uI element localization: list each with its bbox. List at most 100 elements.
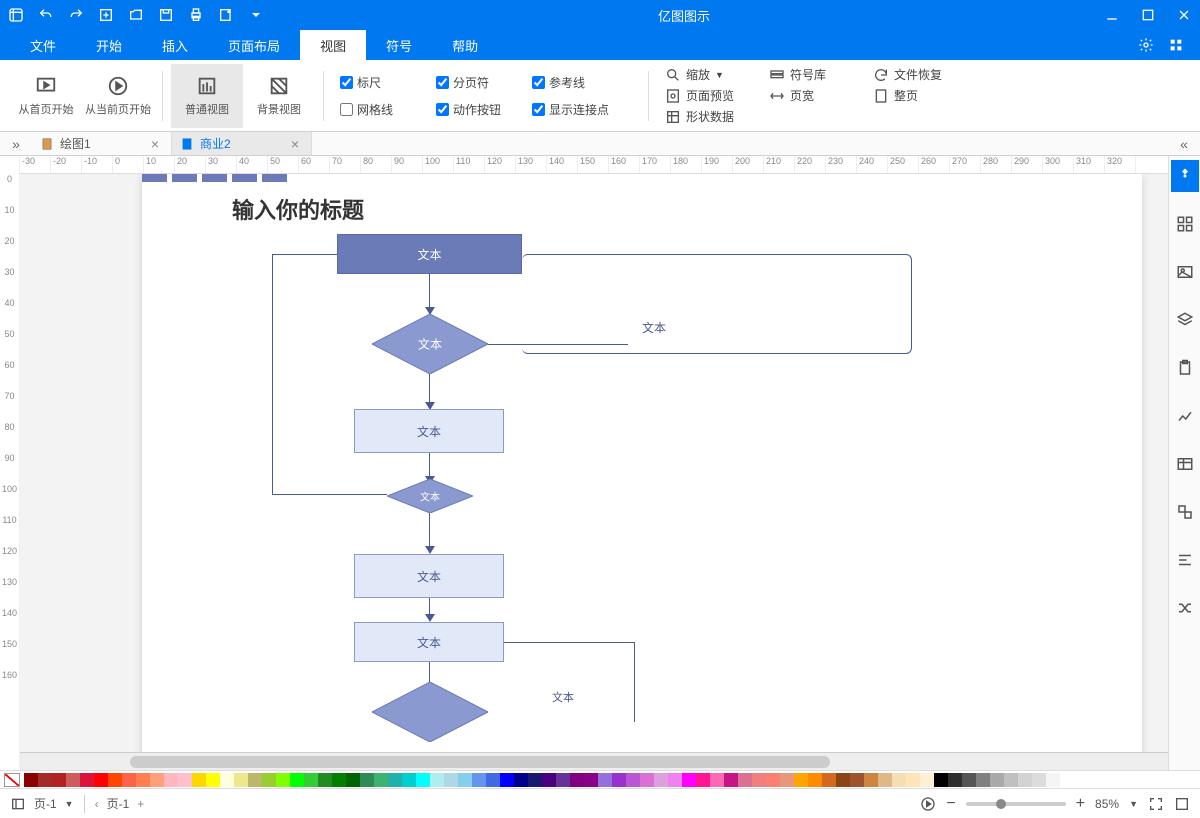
color-swatch[interactable] [262,773,276,787]
zoom-in-icon[interactable]: + [1076,795,1085,813]
color-swatch[interactable] [206,773,220,787]
color-swatch[interactable] [290,773,304,787]
color-swatch[interactable] [1046,773,1060,787]
no-color-swatch[interactable] [4,773,20,787]
color-swatch[interactable] [318,773,332,787]
color-swatch[interactable] [1004,773,1018,787]
color-swatch[interactable] [416,773,430,787]
color-swatch[interactable] [682,773,696,787]
page-list-icon[interactable] [10,796,26,812]
symbol-lib-button[interactable]: 符号库 [769,66,859,83]
page-dropdown-icon[interactable]: ▼ [65,799,74,809]
color-swatch[interactable] [710,773,724,787]
page-width-button[interactable]: 页宽 [769,87,859,104]
color-swatch[interactable] [234,773,248,787]
fullscreen-icon[interactable] [1174,796,1190,812]
color-swatch[interactable] [430,773,444,787]
ruler-checkbox[interactable]: 标尺 [340,74,430,91]
decision-1-shape[interactable]: 文本 [372,314,488,374]
page-select[interactable]: 页-1 [34,795,57,812]
color-swatch[interactable] [80,773,94,787]
menu-insert[interactable]: 插入 [142,30,208,61]
color-swatch[interactable] [962,773,976,787]
color-swatch[interactable] [192,773,206,787]
process-3-shape[interactable]: 文本 [354,622,504,662]
zoom-slider[interactable] [966,802,1066,806]
color-swatch[interactable] [584,773,598,787]
label-2[interactable]: 文本 [552,689,574,705]
doc-tab-2[interactable]: 商业2 × [172,132,312,155]
color-swatch[interactable] [906,773,920,787]
color-swatch[interactable] [1032,773,1046,787]
color-swatch[interactable] [514,773,528,787]
export-icon[interactable] [218,7,234,23]
color-swatch[interactable] [136,773,150,787]
color-swatch[interactable] [948,773,962,787]
zoom-value[interactable]: 85% [1095,797,1119,811]
doc-tab-1-close-icon[interactable]: × [147,136,163,152]
color-swatch[interactable] [94,773,108,787]
color-swatch[interactable] [696,773,710,787]
prev-page-icon[interactable]: ‹ [95,797,99,811]
color-swatch[interactable] [178,773,192,787]
start-shape[interactable]: 文本 [337,234,522,274]
table-panel-icon[interactable] [1171,448,1199,480]
data-panel-icon[interactable] [1171,496,1199,528]
horizontal-scrollbar[interactable] [20,752,1168,770]
color-swatch[interactable] [500,773,514,787]
color-swatch[interactable] [444,773,458,787]
save-icon[interactable] [158,7,174,23]
open-icon[interactable] [128,7,144,23]
decision-2-shape[interactable]: 文本 [387,479,473,513]
maximize-icon[interactable] [1140,7,1156,23]
color-swatch[interactable] [528,773,542,787]
label-1[interactable]: 文本 [642,319,666,336]
color-swatch[interactable] [598,773,612,787]
color-swatch[interactable] [920,773,934,787]
zoom-out-icon[interactable]: − [946,795,955,813]
color-swatch[interactable] [346,773,360,787]
color-swatch[interactable] [794,773,808,787]
present-from-first-button[interactable]: 从首页开始 [10,64,82,128]
theme-panel-icon[interactable] [1171,160,1199,192]
color-swatch[interactable] [570,773,584,787]
color-swatch[interactable] [122,773,136,787]
page[interactable]: 输入你的标题 文本 文本 文本 文本 [142,174,1142,752]
redo-icon[interactable] [68,7,84,23]
color-swatch[interactable] [822,773,836,787]
color-swatch[interactable] [458,773,472,787]
color-swatch[interactable] [52,773,66,787]
color-swatch[interactable] [990,773,1004,787]
grid-panel-icon[interactable] [1171,208,1199,240]
color-swatch[interactable] [66,773,80,787]
color-swatch[interactable] [248,773,262,787]
menu-home[interactable]: 开始 [76,30,142,61]
color-swatch[interactable] [402,773,416,787]
color-swatch[interactable] [864,773,878,787]
color-swatch[interactable] [612,773,626,787]
expand-left-panel-icon[interactable]: » [0,132,32,155]
apps-icon[interactable] [1168,37,1184,53]
doc-tab-2-close-icon[interactable]: × [287,136,303,152]
color-swatch[interactable] [220,773,234,787]
color-swatch[interactable] [626,773,640,787]
image-panel-icon[interactable] [1171,256,1199,288]
background-view-button[interactable]: 背景视图 [243,64,315,128]
present-from-current-button[interactable]: 从当前页开始 [82,64,154,128]
minimize-icon[interactable] [1104,7,1120,23]
color-swatch[interactable] [108,773,122,787]
normal-view-button[interactable]: 普通视图 [171,64,243,128]
process-1-shape[interactable]: 文本 [354,409,504,453]
color-swatch[interactable] [360,773,374,787]
color-swatch[interactable] [164,773,178,787]
color-swatch[interactable] [542,773,556,787]
color-swatch[interactable] [668,773,682,787]
color-swatch[interactable] [24,773,38,787]
align-panel-icon[interactable] [1171,544,1199,576]
menu-view[interactable]: 视图 [300,30,366,61]
color-swatch[interactable] [976,773,990,787]
color-swatch[interactable] [752,773,766,787]
title-text[interactable]: 输入你的标题 [232,194,432,224]
color-swatch[interactable] [332,773,346,787]
whole-page-button[interactable]: 整页 [873,87,963,104]
